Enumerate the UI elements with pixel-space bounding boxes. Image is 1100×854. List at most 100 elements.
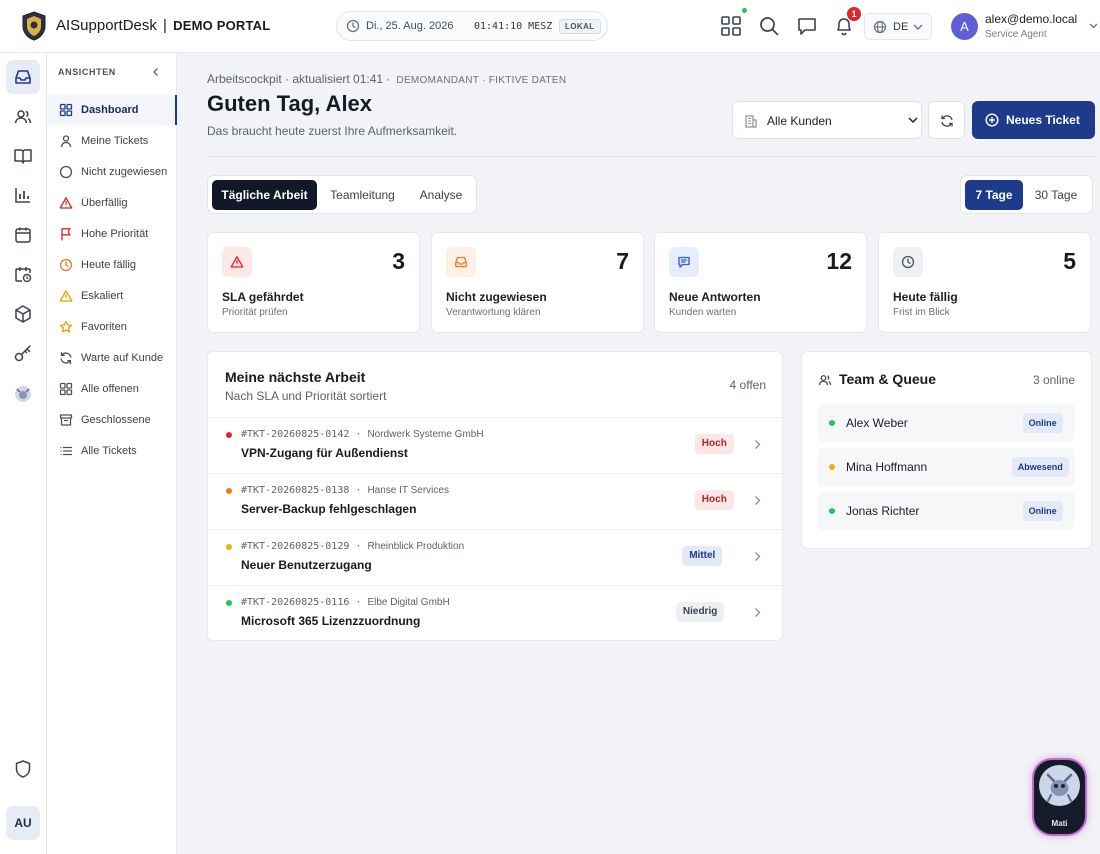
- sidebar-item-geschlossene[interactable]: Geschlossene: [47, 405, 177, 435]
- bar-chart-icon[interactable]: [13, 185, 33, 205]
- sidebar-item-label: Alle offenen: [81, 383, 139, 395]
- kpi-card[interactable]: 12 Neue Antworten Kunden warten: [654, 232, 867, 333]
- kpi-card[interactable]: 7 Nicht zugewiesen Verantwortung klären: [431, 232, 644, 333]
- sidebar-item-label: Heute fällig: [81, 259, 137, 271]
- ticket-row[interactable]: #TKT-20260825-0129 · Rheinblick Produkti…: [208, 529, 782, 585]
- ticket-row[interactable]: #TKT-20260825-0142 · Nordwerk Systeme Gm…: [208, 417, 782, 473]
- team-queue-card: Team & Queue 3 online Alex Weber Online Mi…: [801, 351, 1092, 549]
- new-ticket-button[interactable]: Neues Ticket: [972, 101, 1095, 139]
- notification-badge: 1: [847, 7, 861, 21]
- chat-icon[interactable]: [796, 15, 818, 37]
- ticket-id[interactable]: #TKT-20260825-0129: [241, 541, 349, 552]
- calendar-icon[interactable]: [13, 225, 33, 245]
- breadcrumb-meta: DEMOMANDANT · FIKTIVE DATEN: [396, 75, 567, 86]
- chevron-right-icon[interactable]: [754, 607, 761, 618]
- next-work-subtitle: Nach SLA und Priorität sortiert: [225, 389, 387, 403]
- ticket-row[interactable]: #TKT-20260825-0116 · Elbe Digital GmbH Mi…: [208, 585, 782, 641]
- ticket-row[interactable]: #TKT-20260825-0138 · Hanse IT Services Se…: [208, 473, 782, 529]
- inbox-icon[interactable]: [13, 67, 33, 87]
- language-label: DE: [893, 21, 909, 33]
- kpi-subtitle: Verantwortung klären: [446, 307, 541, 318]
- ticket-title[interactable]: Microsoft 365 Lizenzzuordnung: [241, 614, 420, 628]
- sidebar-item-label: Geschlossene: [81, 414, 151, 426]
- sidebar-item-eskaliert[interactable]: Eskaliert: [47, 281, 177, 311]
- chevron-right-icon[interactable]: [754, 551, 761, 562]
- main-content: Arbeitscockpit · aktualisiert 01:41 · DEM…: [177, 53, 1100, 854]
- package-icon[interactable]: [13, 304, 33, 324]
- robot-mascot-icon: [1039, 765, 1080, 806]
- kpi-card[interactable]: 3 SLA gefährdet Priorität prüfen: [207, 232, 420, 333]
- kpi-value: 7: [616, 248, 629, 274]
- collapse-sidebar-chevron-icon[interactable]: [151, 67, 161, 77]
- sidebar-item-heute-fällig[interactable]: Heute fällig: [47, 250, 177, 280]
- kpi-card[interactable]: 5 Heute fällig Frist im Blick: [878, 232, 1091, 333]
- key-icon[interactable]: [13, 344, 33, 364]
- tab-analyse[interactable]: Analyse: [408, 180, 474, 210]
- ticket-title[interactable]: Neuer Benutzerzugang: [241, 558, 372, 572]
- current-date: Di., 25. Aug. 2026: [366, 20, 454, 32]
- tab-teamleitung[interactable]: Teamleitung: [318, 180, 407, 210]
- sidebar-item-nicht-zugewiesen[interactable]: Nicht zugewiesen: [47, 157, 177, 187]
- avatar[interactable]: A: [951, 13, 978, 40]
- sidebar-item-alle-offenen[interactable]: Alle offenen: [47, 374, 177, 404]
- globe-icon: [873, 20, 887, 34]
- priority-badge: Niedrig: [675, 602, 725, 622]
- kpi-subtitle: Priorität prüfen: [222, 307, 288, 318]
- language-select[interactable]: DE: [864, 13, 932, 40]
- user-email[interactable]: alex@demo.local: [985, 12, 1077, 26]
- building-icon: [745, 115, 757, 128]
- team-member[interactable]: Mina Hoffmann Abwesend: [818, 448, 1075, 486]
- calendar-clock-icon[interactable]: [13, 264, 33, 284]
- priority-dot: [226, 432, 232, 438]
- customer-select-value: Alle Kunden: [767, 114, 832, 128]
- team-icon: [818, 375, 832, 386]
- chevron-right-icon[interactable]: [754, 495, 761, 506]
- sidebar-item-überfällig[interactable]: Überfällig: [47, 188, 177, 218]
- range-7-days[interactable]: 7 Tage: [965, 180, 1023, 210]
- user-initials-button[interactable]: AU: [6, 806, 40, 840]
- member-name: Alex Weber: [846, 416, 908, 430]
- book-icon[interactable]: [13, 146, 33, 166]
- shield-logo-icon[interactable]: [21, 11, 47, 41]
- user-menu-chevron-icon[interactable]: [1089, 23, 1098, 29]
- assistant-widget[interactable]: Mati: [1032, 758, 1087, 836]
- search-icon[interactable]: [758, 15, 780, 37]
- user-role: Service Agent: [985, 29, 1047, 40]
- priority-dot: [226, 544, 232, 550]
- range-30-days[interactable]: 30 Tage: [1024, 180, 1088, 210]
- customer-select[interactable]: Alle Kunden: [732, 101, 922, 139]
- ticket-title[interactable]: VPN-Zugang für Außendienst: [241, 446, 408, 460]
- list-icon: [60, 446, 73, 456]
- sidebar-item-dashboard[interactable]: Dashboard: [47, 95, 177, 125]
- sidebar-item-alle-tickets[interactable]: Alle Tickets: [47, 436, 177, 466]
- mascot-icon[interactable]: [13, 384, 33, 404]
- users-icon[interactable]: [13, 107, 33, 127]
- refresh-icon: [60, 351, 72, 365]
- ticket-id[interactable]: #TKT-20260825-0116: [241, 597, 349, 608]
- shield-icon[interactable]: [13, 759, 33, 779]
- presence-dot: [829, 508, 835, 514]
- sidebar-item-meine-tickets[interactable]: Meine Tickets: [47, 126, 177, 156]
- refresh-button[interactable]: [928, 101, 965, 139]
- ticket-id[interactable]: #TKT-20260825-0142: [241, 429, 349, 440]
- apps-grid-icon[interactable]: [720, 15, 742, 37]
- kpi-subtitle: Kunden warten: [669, 307, 737, 318]
- ticket-id[interactable]: #TKT-20260825-0138: [241, 485, 349, 496]
- ticket-title[interactable]: Server-Backup fehlgeschlagen: [241, 502, 416, 516]
- priority-badge: Hoch: [694, 434, 734, 454]
- sidebar-item-warte-auf-kunde[interactable]: Warte auf Kunde: [47, 343, 177, 373]
- sidebar-item-label: Nicht zugewiesen: [81, 166, 168, 178]
- kpi-icon-box: [893, 247, 923, 277]
- team-member[interactable]: Jonas Richter Online: [818, 492, 1075, 530]
- sidebar-item-favoriten[interactable]: Favoriten: [47, 312, 177, 342]
- chevron-right-icon[interactable]: [754, 439, 761, 450]
- tab-taegliche-arbeit[interactable]: Tägliche Arbeit: [212, 180, 317, 210]
- team-member[interactable]: Alex Weber Online: [818, 404, 1075, 442]
- ticket-customer: Rheinblick Produktion: [367, 541, 465, 552]
- sidebar-item-hohe-priorität[interactable]: Hohe Priorität: [47, 219, 177, 249]
- open-count: 4 offen: [729, 378, 766, 392]
- message-icon: [678, 256, 690, 268]
- team-queue-title: Team & Queue: [839, 371, 936, 387]
- sidebar-item-label: Meine Tickets: [81, 135, 149, 147]
- member-name: Mina Hoffmann: [846, 460, 928, 474]
